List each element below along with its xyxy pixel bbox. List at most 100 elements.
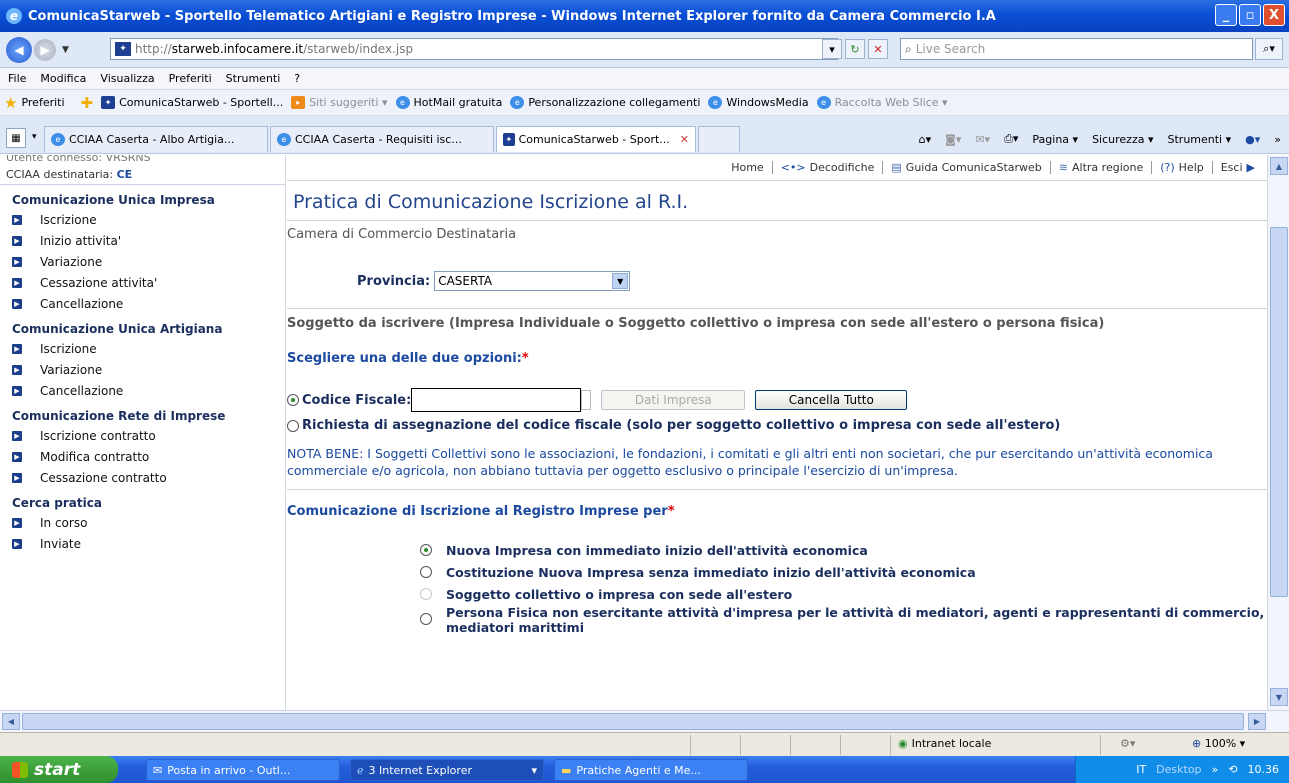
nav-artigiana-iscrizione[interactable]: ▶ Iscrizione — [0, 338, 285, 359]
close-tab-icon[interactable]: ✕ — [680, 133, 689, 146]
fav-link-web-slice[interactable]: e Raccolta Web Slice ▾ — [816, 96, 948, 109]
protected-mode-icon[interactable]: ⚙▾ — [1120, 737, 1135, 750]
task-outlook[interactable]: ✉ Posta in arrivo - Outl... — [146, 759, 340, 781]
vertical-scrollbar[interactable]: ▲ ▼ — [1267, 155, 1289, 710]
tab-requisiti[interactable]: e CCIAA Caserta - Requisiti isc... — [270, 126, 494, 152]
nav-rete-cessazione[interactable]: ▶ Cessazione contratto — [0, 467, 285, 488]
back-button[interactable]: ◀ — [6, 36, 32, 63]
feeds-icon[interactable]: ◙▾ — [945, 133, 961, 146]
search-input[interactable]: ⌕ Live Search — [900, 38, 1253, 60]
address-input[interactable]: ✦ http://starweb.infocamere.it/starweb/i… — [110, 38, 838, 60]
option-radio[interactable] — [420, 566, 432, 578]
scroll-down-icon[interactable]: ▼ — [1270, 688, 1288, 706]
nav-impresa-iscrizione[interactable]: ▶ Iscrizione — [0, 209, 285, 230]
codice-fiscale-radio[interactable] — [287, 394, 299, 406]
horizontal-scrollbar[interactable]: ◀ ▶ — [0, 710, 1289, 732]
security-zone[interactable]: ◉ Intranet locale — [898, 737, 991, 750]
nav-impresa-cessazione[interactable]: ▶ Cessazione attivita' — [0, 272, 285, 293]
start-button[interactable]: start — [0, 756, 118, 783]
nav-artigiana-variazione[interactable]: ▶ Variazione — [0, 359, 285, 380]
nav-impresa-variazione[interactable]: ▶ Variazione — [0, 251, 285, 272]
zoom-level[interactable]: ⊕ 100% ▾ — [1192, 737, 1245, 750]
tab-list-dropdown-icon[interactable]: ▾ — [32, 132, 37, 142]
cancella-tutto-button[interactable]: Cancella Tutto — [755, 390, 908, 410]
page-title: Pratica di Comunicazione Iscrizione al R… — [287, 181, 1267, 221]
option-nuova-impresa[interactable]: Nuova Impresa con immediato inizio dell'… — [287, 539, 1267, 561]
nav-home-link[interactable]: Home — [723, 161, 773, 174]
home-icon[interactable]: ⌂▾ — [919, 133, 932, 146]
scroll-up-icon[interactable]: ▲ — [1270, 157, 1288, 175]
menu-file[interactable]: File — [8, 72, 26, 85]
quick-tabs-icon[interactable]: ▦ — [6, 128, 26, 148]
nav-guida-link[interactable]: ▤ Guida ComunicaStarweb — [883, 161, 1051, 174]
nav-pratiche-inviate[interactable]: ▶ Inviate — [0, 533, 285, 554]
cmd-pagina[interactable]: Pagina ▾ — [1032, 133, 1078, 146]
menu-strumenti[interactable]: Strumenti — [226, 72, 281, 85]
nav-help-link[interactable]: (?) Help — [1152, 161, 1213, 174]
nav-impresa-cancellazione[interactable]: ▶ Cancellazione — [0, 293, 285, 314]
nav-rete-iscrizione[interactable]: ▶ Iscrizione contratto — [0, 425, 285, 446]
stop-icon[interactable]: ✕ — [868, 39, 888, 59]
task-internet-explorer[interactable]: ℯ 3 Internet Explorer ▾ — [350, 759, 544, 781]
fav-link-siti-suggeriti[interactable]: ▸ Siti suggeriti ▾ — [291, 96, 388, 109]
refresh-icon[interactable]: ↻ — [845, 39, 865, 59]
address-dropdown-icon[interactable]: ▾ — [822, 39, 842, 59]
close-window-button[interactable]: X — [1263, 4, 1285, 26]
provincia-select[interactable]: CASERTA ▼ — [434, 271, 631, 291]
nav-artigiana-cancellazione[interactable]: ▶ Cancellazione — [0, 380, 285, 401]
codice-fiscale-label: Codice Fiscale: — [302, 392, 412, 408]
nav-decodifiche-link[interactable]: <•> Decodifiche — [773, 161, 884, 174]
network-icon[interactable]: ⟲ — [1228, 763, 1237, 776]
desktop-toolbar[interactable]: Desktop — [1156, 763, 1201, 776]
option-costituzione[interactable]: Costituzione Nuova Impresa senza immedia… — [287, 561, 1267, 583]
task-pratiche-folder[interactable]: ▬ Pratiche Agenti e Me... — [554, 759, 748, 781]
mail-icon[interactable]: ✉▾ — [975, 133, 990, 146]
help-circle-icon[interactable]: ●▾ — [1245, 133, 1260, 146]
nav-rete-modifica[interactable]: ▶ Modifica contratto — [0, 446, 285, 467]
fav-link-personalizzazione[interactable]: e Personalizzazione collegamenti — [510, 96, 700, 109]
horizontal-scroll-thumb[interactable] — [22, 713, 1244, 730]
option-persona-fisica[interactable]: Persona Fisica non esercitante attività … — [287, 605, 1267, 639]
richiesta-radio[interactable] — [287, 419, 299, 432]
arrow-bullet-icon: ▶ — [12, 214, 22, 225]
favorites-button[interactable]: ★ Preferiti — [4, 94, 65, 112]
nav-esci-link[interactable]: Esci ▶ — [1213, 161, 1263, 174]
fav-link-comunicastarweb[interactable]: ✦ ComunicaStarweb - Sportell... — [101, 96, 283, 109]
menu-modifica[interactable]: Modifica — [40, 72, 86, 85]
cmd-sicurezza[interactable]: Sicurezza ▾ — [1092, 133, 1153, 146]
tray-expand-icon[interactable]: » — [1212, 763, 1219, 776]
dati-impresa-button[interactable]: Dati Impresa — [601, 390, 746, 410]
option-radio[interactable] — [420, 588, 432, 600]
cmd-strumenti[interactable]: Strumenti ▾ — [1168, 133, 1232, 146]
nav-altra-regione-link[interactable]: ≋ Altra regione — [1051, 161, 1153, 174]
maximize-button[interactable]: ▫ — [1239, 4, 1261, 26]
menu-help[interactable]: ? — [294, 72, 300, 85]
search-button[interactable]: ⌕▾ — [1255, 38, 1283, 60]
favorites-label: Preferiti — [21, 96, 65, 109]
option-radio[interactable] — [420, 544, 432, 556]
add-favorite-icon[interactable]: ✚ — [81, 94, 94, 112]
new-tab-button[interactable] — [698, 126, 740, 152]
nav-impresa-inizio-attivita[interactable]: ▶ Inizio attivita' — [0, 230, 285, 251]
menu-visualizza[interactable]: Visualizza — [100, 72, 154, 85]
menu-preferiti[interactable]: Preferiti — [169, 72, 212, 85]
nav-pratiche-in-corso[interactable]: ▶ In corso — [0, 512, 285, 533]
tab-comunicastarweb[interactable]: ✦ ComunicaStarweb - Sport... ✕ — [496, 126, 696, 152]
option-label: Nuova Impresa con immediato inizio dell'… — [446, 542, 868, 558]
option-soggetto-collettivo[interactable]: Soggetto collettivo o impresa con sede a… — [287, 583, 1267, 605]
codice-fiscale-input[interactable] — [411, 388, 582, 412]
scroll-left-icon[interactable]: ◀ — [2, 713, 20, 730]
forward-button[interactable]: ▶ — [34, 38, 56, 61]
scroll-right-icon[interactable]: ▶ — [1248, 713, 1266, 730]
nav-label: Modifica contratto — [40, 449, 150, 464]
fav-link-hotmail[interactable]: e HotMail gratuita — [395, 96, 502, 109]
vertical-scroll-thumb[interactable] — [1270, 227, 1288, 597]
language-indicator[interactable]: IT — [1136, 763, 1146, 776]
fav-link-windowsmedia[interactable]: e WindowsMedia — [708, 96, 809, 109]
minimize-button[interactable]: _ — [1215, 4, 1237, 26]
option-radio[interactable] — [420, 613, 432, 625]
tab-albo-artigiani[interactable]: e CCIAA Caserta - Albo Artigia... — [44, 126, 268, 152]
history-dropdown-icon[interactable]: ▼ — [62, 45, 69, 55]
chevron-more-icon[interactable]: » — [1274, 133, 1281, 146]
print-icon[interactable]: ⎙▾ — [1004, 132, 1018, 146]
